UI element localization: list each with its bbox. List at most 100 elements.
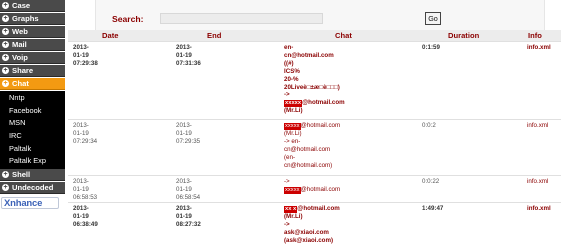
end-cell-line: 01-19 [176, 129, 192, 137]
header-chat[interactable]: Chat [279, 31, 418, 40]
submenu-item[interactable]: IRC [0, 130, 65, 143]
nav-item[interactable]: + Case [0, 0, 65, 13]
date-cell-line: 07:29:38 [73, 59, 98, 67]
redacted-username: xxxxx [284, 100, 303, 108]
end-cell-line: 07:29:35 [176, 137, 201, 145]
chat-cell[interactable]: -> xxxxx@hotmail.com [279, 176, 418, 202]
plus-icon: + [2, 28, 9, 36]
nav-item[interactable]: + Shell [0, 169, 65, 182]
submenu-item[interactable]: Nntp [0, 92, 65, 105]
chat-line: -> [284, 178, 290, 185]
redacted-username: xxxxx [284, 186, 301, 194]
end-cell: 2013- 01-19 06:58:54 [171, 176, 279, 202]
chat-line: ask@xiaoi.com [284, 228, 329, 236]
duration-cell: 0:0:2 [422, 122, 436, 129]
nav-item[interactable]: + Graphs [0, 12, 65, 26]
info-link[interactable]: info.xml [522, 176, 561, 202]
date-cell: 2013- 01-19 07:29:38 [68, 42, 171, 119]
table-row[interactable]: 2013- 01-19 07:29:34 2013- 01-19 07:29:35 xxxx… [68, 119, 561, 175]
header-duration[interactable]: Duration [418, 31, 522, 40]
end-cell-line: 06:58:54 [176, 193, 201, 201]
search-input[interactable] [160, 13, 323, 24]
nav-item-chat[interactable]: + Chat [0, 77, 65, 91]
end-cell-line: 01-19 [176, 185, 192, 193]
chat-line: (ask@xiaoi.com) [284, 236, 334, 244]
chat-line: cn@hotmail.com) [284, 161, 333, 169]
table-row[interactable]: 2013- 01-19 07:29:38 2013- 01-19 07:31:36 en-c… [68, 41, 561, 119]
submenu-item[interactable]: Facebook [0, 105, 65, 118]
nav-item-label: Graphs [12, 14, 39, 24]
xnhance-logo: Xnhance [1, 197, 59, 210]
chat-line: ((#) [284, 59, 294, 67]
email-domain: @hotmail.com [300, 185, 341, 193]
chat-submenu: Nntp Facebook MSN IRC Paltalk Paltalk Exp [0, 90, 65, 170]
plus-icon: + [2, 2, 9, 10]
nav-item-label: Web [12, 27, 28, 37]
chat-line: (Mr.Li) [284, 213, 303, 220]
date-cell: 2013- 01-19 06:58:53 [68, 176, 171, 202]
nav-item[interactable]: + Share [0, 64, 65, 78]
chat-line: xxxxx@hotmail.com [284, 186, 418, 194]
go-button[interactable]: Go [425, 12, 441, 25]
plus-icon: + [2, 41, 9, 49]
chat-line: 20Liveè□±æ□è□□□) [284, 83, 340, 91]
info-link[interactable]: info.xml [522, 120, 561, 175]
duration-cell: 1:49:47 [422, 205, 444, 212]
date-cell: 2013- 01-19 06:38:49 [68, 203, 171, 252]
nav-item-label: Shell [12, 170, 31, 180]
date-cell-line: 01-19 [73, 129, 89, 137]
date-cell-line: 01-19 [73, 185, 89, 193]
info-link[interactable]: info.xml [522, 203, 561, 252]
end-cell-line: 2013- [176, 178, 192, 185]
end-cell: 2013- 01-19 07:31:36 [171, 42, 279, 119]
table-row[interactable]: 2013- 01-19 06:58:53 2013- 01-19 06:58:54 -> xx… [68, 175, 561, 202]
submenu-item[interactable]: Paltalk [0, 143, 65, 156]
submenu-item[interactable]: Paltalk Exp [0, 155, 65, 168]
redacted-username: xx x [284, 206, 298, 213]
nav-item[interactable]: + Web [0, 25, 65, 39]
date-cell-line: 2013- [73, 178, 89, 185]
email-domain: @hotmail.com [300, 122, 341, 129]
header-end[interactable]: End [171, 31, 279, 40]
plus-icon: + [2, 184, 9, 192]
nav-item-label: Undecoded [12, 183, 54, 193]
end-cell-line: 01-19 [176, 212, 192, 220]
nav-top: + Case + Graphs + Web + Mail + Voip + Share [0, 0, 65, 78]
duration-cell: 0:0:22 [422, 178, 440, 185]
chat-line: -> [284, 91, 290, 99]
end-cell-line: 01-19 [176, 51, 192, 59]
plus-icon: + [2, 80, 9, 87]
nav-bottom: + Shell + Undecoded [0, 169, 65, 195]
info-link[interactable]: info.xml [522, 42, 561, 119]
end-cell: 2013- 01-19 07:29:35 [171, 120, 279, 175]
search-label: Search: [112, 14, 144, 24]
plus-icon: + [2, 15, 9, 23]
plus-icon: + [2, 171, 9, 179]
chat-line: (Mr.Li) [284, 130, 302, 137]
chat-cell[interactable]: xx x@hotmail.com (Mr.Li) -> ask@xiaoi.com (a… [279, 203, 418, 252]
table-row[interactable]: 2013- 01-19 06:38:49 2013- 01-19 08:27:32 xx x… [68, 202, 561, 252]
search-bar: Search: Go [95, 0, 545, 30]
date-cell-line: 2013- [73, 44, 89, 51]
chat-line: cn@hotmail.com [284, 51, 334, 59]
chat-line: 20-% [284, 75, 299, 83]
nav-item-label: Share [12, 66, 34, 76]
nav-item[interactable]: + Mail [0, 38, 65, 52]
nav-item[interactable]: + Undecoded [0, 182, 65, 195]
chat-cell[interactable]: xxxxx@hotmail.com (Mr.Li) -> en-cn@hotmail… [279, 120, 418, 175]
nav-item[interactable]: + Voip [0, 51, 65, 65]
chat-line: xxxxx@hotmail.com [284, 99, 418, 108]
table-body: 2013- 01-19 07:29:38 2013- 01-19 07:31:36 en-c… [68, 41, 561, 252]
chat-cell[interactable]: en-cn@hotmail.com ((#) ICS% 20-% 20Liveè□±æ□… [279, 42, 418, 119]
end-cell-line: 08:27:32 [176, 220, 201, 228]
date-cell-line: 2013- [73, 205, 89, 212]
end-cell: 2013- 01-19 08:27:32 [171, 203, 279, 252]
header-info[interactable]: Info [522, 31, 561, 40]
nav-item-label: Case [12, 1, 31, 11]
header-date[interactable]: Date [68, 31, 171, 40]
email-domain: @hotmail.com [302, 99, 345, 107]
date-cell: 2013- 01-19 07:29:34 [68, 120, 171, 175]
submenu-item[interactable]: MSN [0, 117, 65, 130]
nav-item-label: Voip [12, 53, 28, 63]
redacted-username: xxxxx [284, 123, 301, 130]
